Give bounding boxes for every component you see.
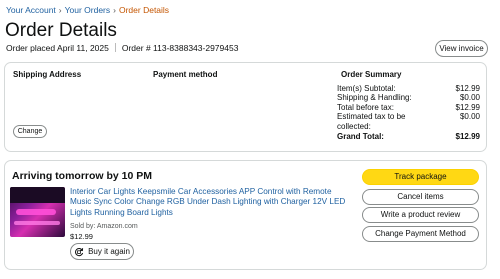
order-placed-date: Order placed April 11, 2025 — [6, 43, 109, 53]
page-title: Order Details — [5, 20, 117, 41]
breadcrumb-separator: › — [113, 5, 116, 15]
product-price: $12.99 — [70, 232, 93, 241]
summary-label: Estimated tax to be collected: — [337, 112, 406, 131]
summary-row: Shipping & Handling: $0.00 — [337, 93, 480, 102]
breadcrumb: Your Account › Your Orders › Order Details — [6, 5, 169, 16]
breadcrumb-your-account[interactable]: Your Account — [6, 5, 56, 15]
breadcrumb-current: Order Details — [118, 5, 170, 15]
summary-value: $0.00 — [459, 93, 480, 103]
summary-value: $12.99 — [455, 102, 480, 112]
payment-method-header: Payment method — [153, 70, 218, 79]
change-payment-method-button[interactable]: Change Payment Method — [362, 226, 479, 242]
write-review-button[interactable]: Write a product review — [362, 207, 479, 223]
change-address-button[interactable]: Change — [13, 125, 47, 138]
grand-total-row: Grand Total: $12.99 — [337, 132, 480, 141]
track-package-button[interactable]: Track package — [362, 169, 479, 185]
summary-label: Item(s) Subtotal: — [337, 84, 396, 93]
summary-row: Estimated tax to be collected: $0.00 — [337, 112, 480, 131]
summary-row: Item(s) Subtotal: $12.99 — [337, 84, 480, 93]
breadcrumb-your-orders[interactable]: Your Orders — [65, 5, 111, 15]
product-title-link[interactable]: Interior Car Lights Keepsmile Car Access… — [70, 187, 355, 218]
grand-total-value: $12.99 — [455, 132, 480, 142]
product-image-dashboard — [10, 187, 65, 203]
order-summary: Item(s) Subtotal: $12.99 Shipping & Hand… — [337, 84, 480, 141]
product-image-light-strip — [14, 221, 60, 225]
order-meta: Order placed April 11, 2025 Order # 113-8… — [6, 43, 238, 54]
delivery-status: Arriving tomorrow by 10 PM — [12, 170, 153, 182]
shipping-address-header: Shipping Address — [13, 70, 82, 79]
reorder-cycle-icon — [74, 247, 84, 257]
cancel-items-button[interactable]: Cancel items — [362, 189, 479, 205]
meta-divider — [114, 43, 116, 52]
product-image-light-strip — [16, 209, 56, 215]
summary-label: Total before tax: — [337, 102, 394, 112]
order-summary-header: Order Summary — [341, 70, 402, 79]
summary-value: $12.99 — [455, 84, 480, 93]
summary-value: $0.00 — [459, 112, 480, 122]
summary-row: Total before tax: $12.99 — [337, 103, 480, 112]
breadcrumb-separator: › — [58, 5, 62, 15]
view-invoice-button[interactable]: View invoice — [435, 40, 488, 57]
buy-it-again-label: Buy it again — [88, 247, 130, 256]
product-image[interactable] — [10, 187, 65, 237]
summary-label: Shipping & Handling: — [337, 93, 412, 103]
grand-total-label: Grand Total: — [337, 132, 384, 142]
buy-it-again-button[interactable]: Buy it again — [70, 243, 134, 260]
order-number: Order # 113-8388343-2979453 — [121, 43, 239, 53]
sold-by: Sold by: Amazon.com — [70, 223, 138, 230]
